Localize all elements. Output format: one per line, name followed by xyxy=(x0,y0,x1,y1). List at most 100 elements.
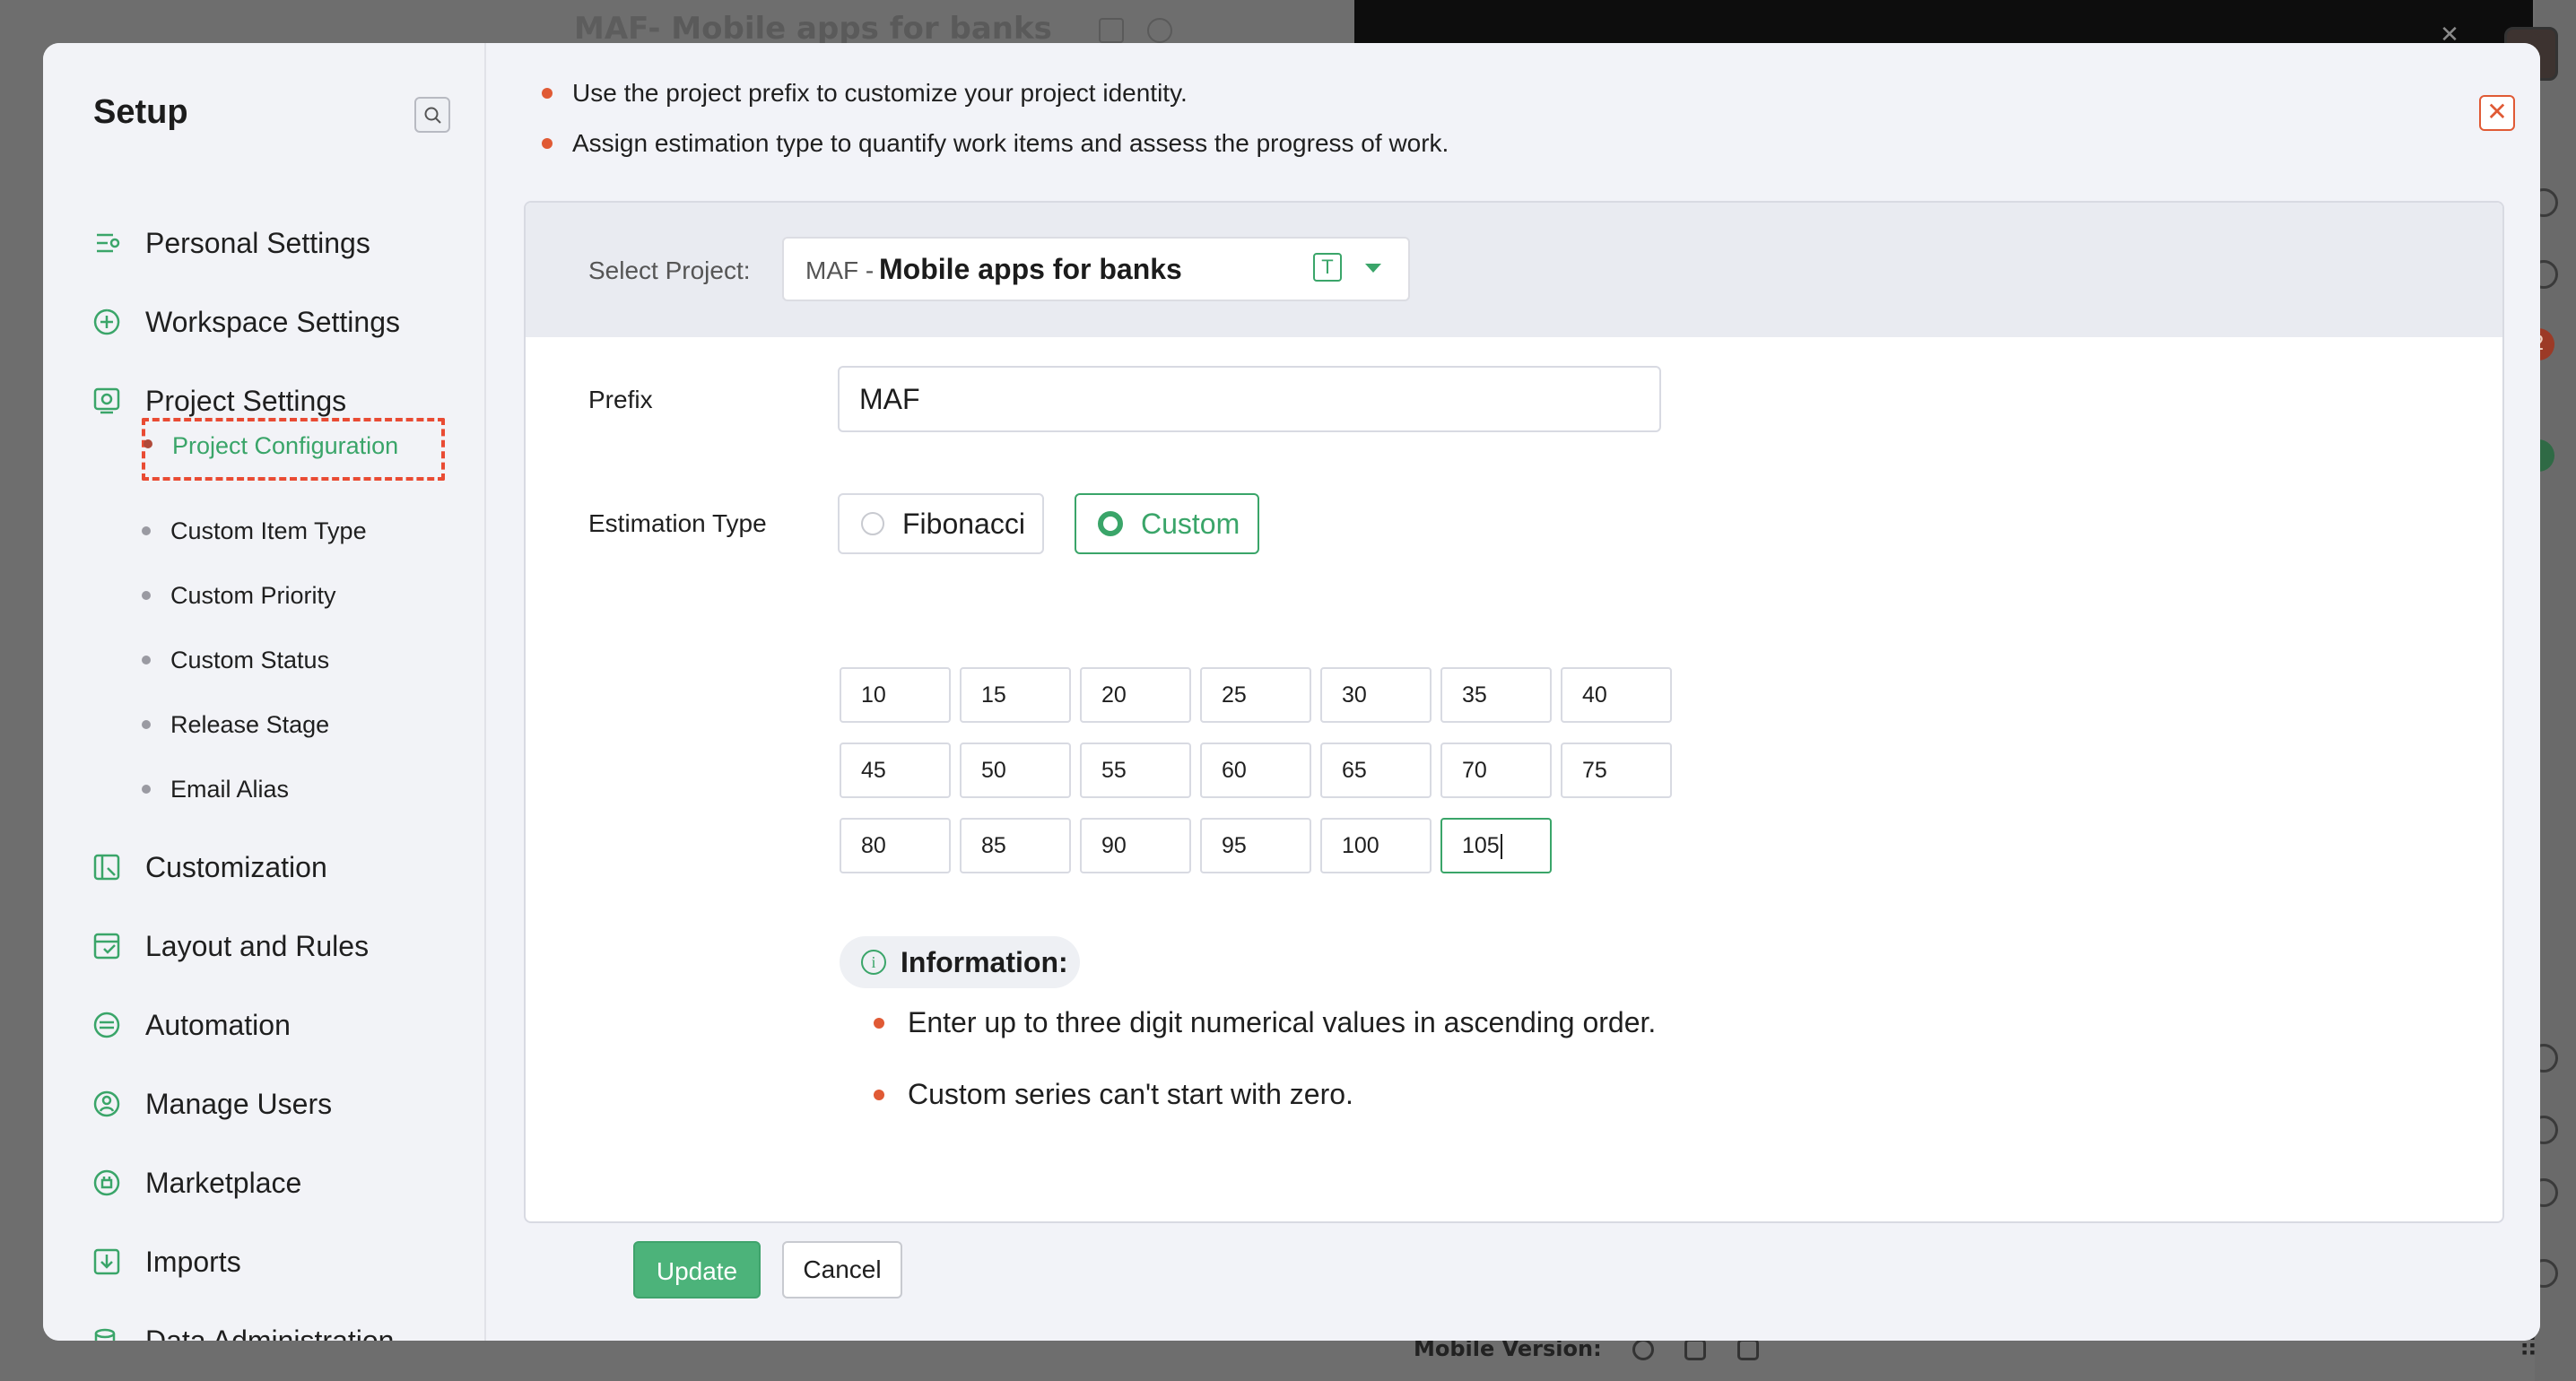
personal-settings-icon xyxy=(97,233,120,253)
background-project-title: MAF- Mobile apps for banks xyxy=(574,11,1196,47)
estimation-option-fibonacci[interactable]: Fibonacci xyxy=(838,493,1044,554)
radio-selected-icon xyxy=(1098,511,1123,536)
sub-item-project-configuration[interactable]: Project Configuration xyxy=(172,432,398,460)
project-select-dropdown[interactable]: MAF - Mobile apps for banks T xyxy=(782,237,1410,301)
sub-item-label: Custom Status xyxy=(170,646,330,673)
sub-item-label: Release Stage xyxy=(170,710,330,738)
custom-value-input[interactable]: 65 xyxy=(1320,743,1432,798)
sub-item-bullet xyxy=(142,526,151,535)
workspace-icon xyxy=(93,308,120,335)
chevron-down-icon xyxy=(1365,264,1381,273)
select-project-label: Select Project: xyxy=(588,256,751,284)
sidebar-item-label: Data Administration xyxy=(145,1324,395,1342)
tip-text: Assign estimation type to quantify work … xyxy=(572,129,1449,157)
sidebar-item-personal-settings[interactable]: Personal Settings xyxy=(91,221,370,265)
information-text: Enter up to three digit numerical values… xyxy=(908,1006,1657,1038)
setup-modal: Setup Personal Settings Workspace Settin… xyxy=(43,43,2540,1341)
background-dark-panel xyxy=(1354,0,2533,43)
sidebar-item-data-administration[interactable]: Data Administration xyxy=(91,1318,394,1341)
project-configuration-panel: Use the project prefix to customize your… xyxy=(486,43,2540,1341)
sidebar-item-manage-users[interactable]: Manage Users xyxy=(91,1081,332,1126)
info-bullet xyxy=(874,1089,884,1100)
sidebar-item-imports[interactable]: Imports xyxy=(91,1239,241,1284)
sub-item-release-stage[interactable]: Release Stage xyxy=(142,707,329,743)
sidebar-item-label: Layout and Rules xyxy=(145,929,370,962)
sidebar-item-label: Workspace Settings xyxy=(145,305,400,338)
layout-rules-icon xyxy=(93,933,120,960)
information-text: Custom series can't start with zero. xyxy=(908,1078,1353,1110)
custom-value-input[interactable]: 15 xyxy=(960,667,1071,723)
information-line: Enter up to three digit numerical values… xyxy=(874,1006,1656,1039)
radio-icon xyxy=(861,512,884,535)
custom-value-input[interactable]: 40 xyxy=(1561,667,1672,723)
sub-item-bullet xyxy=(144,439,152,448)
sub-item-email-alias[interactable]: Email Alias xyxy=(142,771,289,807)
sidebar-item-project-settings[interactable]: Project Settings xyxy=(91,378,346,423)
info-icon: i xyxy=(861,950,886,975)
search-icon xyxy=(424,107,441,124)
custom-value-input[interactable]: 105 xyxy=(1440,818,1552,873)
configuration-card: Select Project: MAF - Mobile apps for ba… xyxy=(524,201,2504,1223)
close-icon[interactable]: ✕ xyxy=(2479,95,2515,131)
sub-item-bullet xyxy=(142,720,151,729)
info-bullet xyxy=(874,1017,884,1029)
sub-item-bullet xyxy=(142,785,151,794)
tip-text: Use the project prefix to customize your… xyxy=(572,79,1188,107)
prefix-input[interactable]: MAF xyxy=(838,366,1661,432)
custom-value-input[interactable]: 55 xyxy=(1080,743,1191,798)
custom-value-input[interactable]: 60 xyxy=(1200,743,1311,798)
customization-icon xyxy=(93,854,120,881)
sub-item-custom-item-type[interactable]: Custom Item Type xyxy=(142,513,367,549)
sidebar-item-label: Project Settings xyxy=(145,384,347,417)
sub-item-custom-priority[interactable]: Custom Priority xyxy=(142,578,336,613)
estimation-option-custom[interactable]: Custom xyxy=(1075,493,1259,554)
project-prefix: MAF - xyxy=(805,256,875,284)
custom-value-input[interactable]: 35 xyxy=(1440,667,1552,723)
marketplace-icon xyxy=(93,1169,120,1196)
cancel-button[interactable]: Cancel xyxy=(782,1241,902,1298)
custom-value-input[interactable]: 45 xyxy=(840,743,951,798)
information-title: Information: xyxy=(901,945,1068,978)
sidebar-item-label: Marketplace xyxy=(145,1166,302,1199)
custom-value-input[interactable]: 10 xyxy=(840,667,951,723)
tip-line: Use the project prefix to customize your… xyxy=(542,79,1188,108)
sidebar-item-label: Personal Settings xyxy=(145,226,370,259)
project-name: Mobile apps for banks xyxy=(879,253,1182,285)
project-settings-icon xyxy=(93,387,120,414)
custom-value-input[interactable]: 20 xyxy=(1080,667,1191,723)
text-cursor xyxy=(1500,834,1502,860)
custom-value-input[interactable]: 90 xyxy=(1080,818,1191,873)
sidebar-item-layout-and-rules[interactable]: Layout and Rules xyxy=(91,924,369,968)
background-type-icon xyxy=(1098,17,1124,43)
custom-value-input[interactable]: 30 xyxy=(1320,667,1432,723)
tip-bullet xyxy=(542,138,553,149)
sidebar-search-button[interactable] xyxy=(414,97,450,133)
sidebar-item-label: Customization xyxy=(145,850,327,883)
play-store-icon xyxy=(1684,1339,1707,1360)
sidebar-item-automation[interactable]: Automation xyxy=(91,1003,291,1047)
update-button[interactable]: Update xyxy=(633,1241,761,1298)
custom-value-input[interactable]: 25 xyxy=(1200,667,1311,723)
information-chip: i Information: xyxy=(840,936,1080,988)
sub-item-custom-status[interactable]: Custom Status xyxy=(142,642,329,678)
apple-icon xyxy=(1632,1339,1655,1360)
sidebar-item-label: Manage Users xyxy=(145,1087,333,1120)
sidebar-item-label: Automation xyxy=(145,1008,291,1041)
sidebar-item-marketplace[interactable]: Marketplace xyxy=(91,1160,301,1205)
custom-value-input[interactable]: 100 xyxy=(1320,818,1432,873)
sidebar-item-workspace-settings[interactable]: Workspace Settings xyxy=(91,300,400,344)
background-info-icon xyxy=(1146,17,1172,43)
custom-value-input[interactable]: 85 xyxy=(960,818,1071,873)
sidebar-item-customization[interactable]: Customization xyxy=(91,845,327,890)
custom-value-input[interactable]: 70 xyxy=(1440,743,1552,798)
background-title-prefix: MAF- xyxy=(574,11,661,47)
sidebar-item-label: Imports xyxy=(145,1245,241,1278)
estimation-option-label: Fibonacci xyxy=(902,507,1025,540)
sub-item-label: Custom Item Type xyxy=(170,517,367,544)
custom-value-input[interactable]: 80 xyxy=(840,818,951,873)
custom-value-input[interactable]: 50 xyxy=(960,743,1071,798)
information-line: Custom series can't start with zero. xyxy=(874,1078,1353,1111)
custom-value-input[interactable]: 75 xyxy=(1561,743,1672,798)
custom-value-input[interactable]: 95 xyxy=(1200,818,1311,873)
tip-line: Assign estimation type to quantify work … xyxy=(542,129,1449,158)
